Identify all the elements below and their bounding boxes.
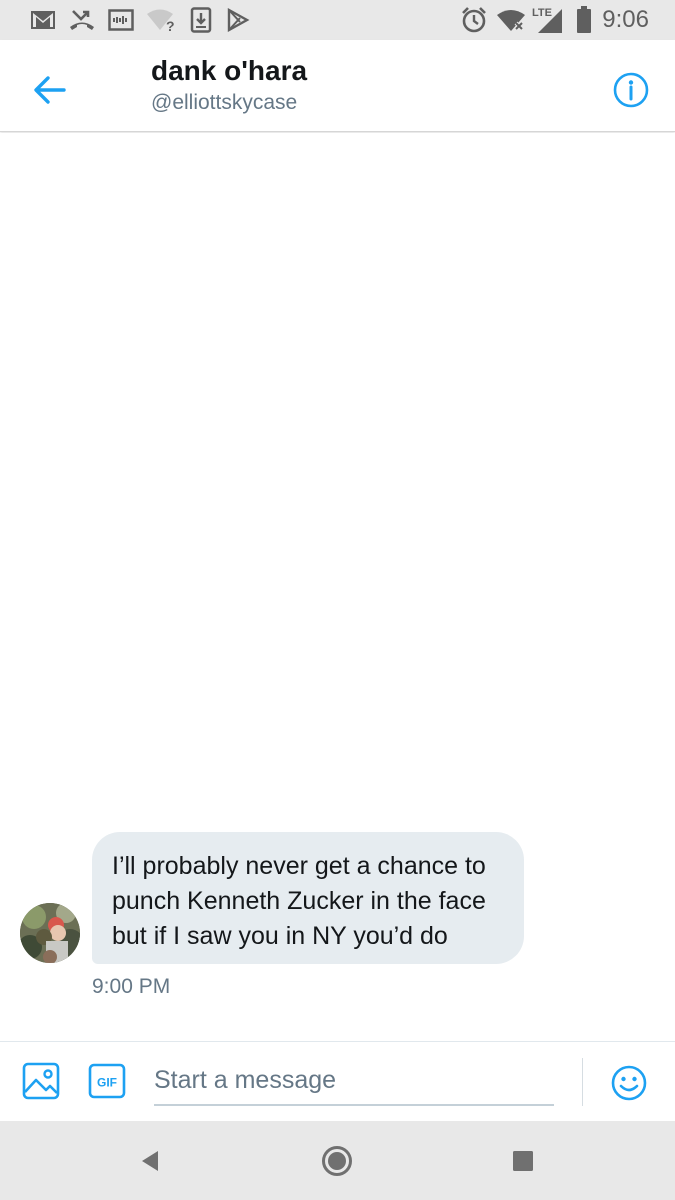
nav-back-button[interactable]: [130, 1141, 170, 1181]
message-bubble[interactable]: I’ll probably never get a chance to punc…: [92, 832, 524, 964]
avatar[interactable]: [20, 903, 80, 963]
system-nav-bar: [0, 1121, 675, 1200]
alarm-icon: [460, 0, 488, 40]
info-icon: [613, 72, 649, 108]
conversation-header: dank o'hara @elliottskycase: [0, 40, 675, 132]
gif-label: GIF: [97, 1076, 117, 1090]
message-input[interactable]: [154, 1056, 554, 1106]
download-icon: [190, 0, 212, 40]
status-bar: ? LTE 9:06: [0, 0, 675, 40]
voicemail-icon: [108, 0, 134, 40]
gmail-icon: [30, 0, 56, 40]
message-timestamp: 9:00 PM: [92, 975, 171, 998]
dm-conversation-screen: ? LTE 9:06 dank o'hara @elliottskycase I…: [0, 0, 675, 1200]
battery-icon: [576, 0, 592, 40]
gif-icon: GIF: [88, 1063, 126, 1099]
network-type-label: LTE: [532, 7, 552, 19]
nav-home-button[interactable]: [317, 1141, 357, 1181]
message-composer: GIF: [0, 1041, 675, 1121]
back-triangle-icon: [142, 1151, 158, 1171]
wifi-unknown-icon: ?: [146, 0, 178, 40]
play-store-icon: [226, 0, 250, 40]
conversation-title[interactable]: dank o'hara: [151, 55, 307, 87]
info-button[interactable]: [603, 62, 659, 118]
gif-button[interactable]: GIF: [88, 1063, 126, 1099]
signal-icon: LTE: [530, 0, 564, 40]
missed-call-icon: [68, 0, 96, 40]
emoji-icon: [611, 1065, 647, 1101]
back-button[interactable]: [22, 62, 78, 118]
arrow-left-icon: [34, 76, 66, 104]
emoji-button[interactable]: [610, 1064, 648, 1102]
composer-divider: [582, 1058, 583, 1106]
status-time: 9:06: [602, 6, 649, 33]
wifi-icon: [496, 0, 528, 40]
message-list[interactable]: I’ll probably never get a chance to punc…: [0, 133, 675, 1041]
recents-square-icon: [513, 1151, 533, 1171]
add-photo-button[interactable]: [22, 1062, 60, 1100]
nav-recents-button[interactable]: [503, 1141, 543, 1181]
image-icon: [22, 1062, 60, 1100]
conversation-handle: @elliottskycase: [151, 91, 298, 114]
wifi-unknown-badge: ?: [166, 18, 175, 32]
home-circle-icon: [322, 1146, 352, 1176]
message-text: I’ll probably never get a chance to punc…: [112, 852, 486, 950]
